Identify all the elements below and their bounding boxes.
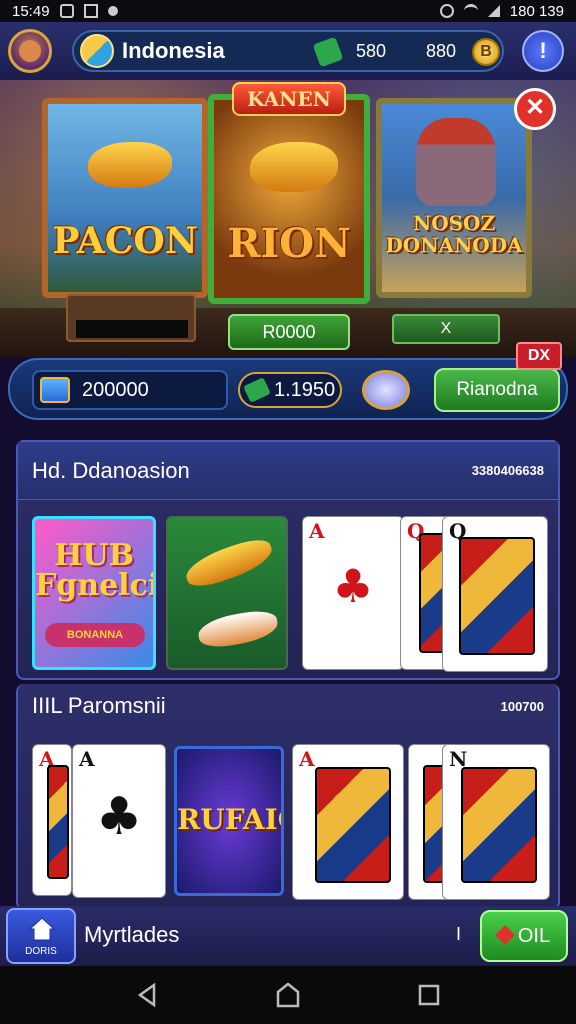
sync-icon — [439, 4, 454, 18]
wifi-icon — [463, 4, 478, 18]
tile-ribbon: BONANNA — [45, 623, 145, 647]
coin-value: 880 — [426, 41, 457, 61]
signal-icon — [487, 5, 500, 17]
featured-game-title: RION — [227, 220, 351, 267]
featured-game-center[interactable]: RION — [208, 94, 370, 304]
tile-title: RUFAIC — [177, 803, 281, 836]
action-bar: 200000 1.1950 Rianodna — [8, 358, 568, 420]
club-icon: ♣ — [95, 787, 143, 847]
fish-icon — [181, 533, 277, 593]
info-button[interactable]: ! — [522, 30, 564, 72]
chest-icon — [40, 377, 70, 403]
card-face-art — [47, 765, 69, 879]
playing-card-queen-clubs[interactable]: Q — [442, 516, 548, 672]
playing-card-king[interactable]: N — [442, 744, 550, 900]
cash-icon — [312, 36, 344, 68]
featured-center-button[interactable]: R0000 — [228, 314, 350, 350]
bottom-row: DORIS Myrtlades I OIL — [0, 906, 576, 966]
games-panel-bottom: IIIL Paromsnii 100700 A A ♣ RUFAIC A N — [16, 684, 560, 910]
play-button[interactable]: Rianodna — [434, 368, 560, 412]
home-icon — [28, 917, 56, 941]
panel-count: 3380406638 — [471, 463, 544, 478]
back-icon[interactable] — [134, 982, 160, 1008]
ok-button[interactable]: OIL — [480, 910, 568, 962]
image-icon — [83, 4, 98, 18]
playing-card-ace-hearts[interactable]: A — [292, 744, 404, 900]
recents-icon[interactable] — [416, 982, 442, 1008]
card-rank: A — [299, 747, 315, 771]
balance-value: 200000 — [82, 378, 149, 401]
golden-fish-icon — [250, 142, 338, 192]
queen-portrait — [459, 537, 535, 655]
club-icon: ♣ — [332, 559, 374, 613]
home-nav-icon[interactable] — [275, 982, 301, 1008]
panel-title: Hd. Ddanoasion — [32, 457, 190, 483]
card-rank: A — [79, 747, 95, 771]
top-header: Indonesia 580 880 B — [0, 22, 576, 80]
status-bar: 15:49 180 139 — [0, 0, 576, 22]
featured-game-right[interactable]: NOSOZ DONANODA — [376, 98, 532, 298]
avatar[interactable] — [8, 29, 52, 73]
panel-header: Hd. Ddanoasion 3380406638 — [18, 442, 558, 500]
status-right-text: 180 139 — [509, 2, 564, 20]
featured-banner: KANEN — [232, 82, 346, 116]
playing-card-ace[interactable]: A — [32, 744, 72, 896]
ok-label: OIL — [517, 925, 551, 947]
gold-coin-icon[interactable]: B — [472, 38, 500, 66]
pedestal-left — [66, 294, 196, 342]
balance-box[interactable]: 200000 — [32, 370, 228, 410]
cash-icon — [243, 377, 271, 403]
character-portrait — [416, 118, 496, 206]
playing-card-ace-clubs[interactable]: A ♣ — [302, 516, 404, 670]
game-tile-rufaic[interactable]: RUFAIC — [174, 746, 284, 896]
tile-title: HUB Fgnelci — [35, 538, 156, 603]
region-bar[interactable]: Indonesia 580 880 B — [72, 30, 504, 72]
panel-title: IIIL Paromsnii — [32, 693, 166, 718]
game-tile-fish[interactable] — [166, 516, 288, 670]
cash-amount: 1.1950 — [274, 378, 336, 401]
home-button[interactable]: DORIS — [6, 908, 76, 964]
message-icon — [59, 4, 74, 18]
region-label: Indonesia — [122, 38, 225, 63]
notification-dot-icon — [107, 6, 118, 16]
featured-right-button[interactable]: X — [392, 314, 500, 344]
queen-portrait — [315, 767, 391, 883]
featured-games: PACON RION NOSOZ DONANODA KANEN ✕ R0000 … — [0, 80, 576, 358]
home-label: DORIS — [25, 946, 57, 957]
monkey-avatar-icon — [19, 40, 41, 62]
system-nav-bar — [0, 966, 576, 1024]
featured-game-left[interactable]: PACON — [42, 98, 208, 298]
diamond-icon — [494, 925, 515, 945]
king-portrait — [461, 767, 537, 883]
card-rank: A — [309, 519, 325, 543]
panel-count: 100700 — [500, 698, 544, 714]
fish-icon — [196, 607, 280, 651]
game-tile-hub[interactable]: HUB Fgnelci BONANNA — [32, 516, 156, 670]
cash-value: 580 — [356, 41, 387, 61]
dx-badge[interactable]: DX — [516, 342, 562, 370]
featured-game-title: PACON — [52, 220, 198, 262]
panel-header: IIIL Paromsnii 100700 — [18, 684, 558, 728]
golden-fish-icon — [88, 142, 172, 188]
pedestal-slot — [76, 320, 188, 338]
status-time: 15:49 — [12, 2, 50, 20]
bottom-separator: I — [456, 924, 462, 944]
playing-card-ace-clubs[interactable]: A ♣ — [72, 744, 166, 898]
region-flag-icon — [80, 34, 114, 68]
games-panel-top: Hd. Ddanoasion 3380406638 HUB Fgnelci BO… — [16, 440, 560, 680]
bottom-title: Myrtlades — [84, 922, 180, 947]
wheel-icon[interactable] — [362, 370, 410, 410]
cash-box[interactable]: 1.1950 — [238, 372, 342, 408]
featured-game-title: NOSOZ DONANODA — [385, 211, 523, 257]
close-button[interactable]: ✕ — [514, 88, 556, 130]
